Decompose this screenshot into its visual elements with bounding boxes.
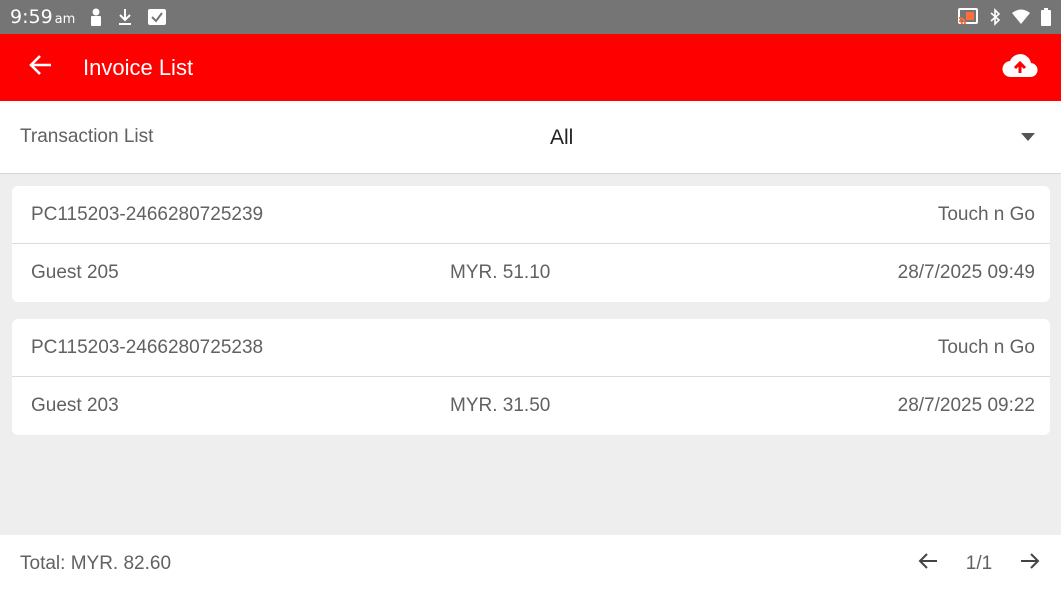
next-page-button[interactable] [1013,544,1047,584]
invoice-number: PC115203-2466280725239 [31,203,264,225]
status-bar: 9:59 am [0,0,1061,34]
page-indicator: 1/1 [965,552,993,574]
invoice-card-header: PC115203-2466280725238 Touch n Go [12,319,1050,377]
total-amount: Total: MYR. 82.60 [20,552,172,574]
battery-icon [1041,8,1051,26]
status-time: 9:59 am [10,6,76,28]
check-box-icon [147,8,167,26]
download-icon [117,8,133,26]
payment-method: Touch n Go [937,203,1035,225]
invoice-number: PC115203-2466280725238 [31,336,264,358]
wifi-icon [1011,8,1031,26]
dropdown-caret-icon [1021,133,1035,141]
bluetooth-icon [989,8,1001,26]
arrow-right-icon [1020,552,1040,575]
upload-button[interactable] [990,34,1050,101]
pagination: 1/1 [911,544,1047,584]
invoice-card-details: Guest 203 MYR. 31.50 28/7/2025 09:22 [12,377,1050,435]
filter-selected-value: All [550,125,574,149]
invoice-amount: MYR. 51.10 [450,262,551,283]
back-button[interactable] [8,34,72,101]
cast-icon [957,8,979,26]
previous-page-button[interactable] [911,544,945,584]
payment-method: Touch n Go [937,336,1035,358]
invoice-card[interactable]: PC115203-2466280725239 Touch n Go Guest … [12,186,1050,302]
invoice-card-details: Guest 205 MYR. 51.10 28/7/2025 09:49 [12,244,1050,302]
invoice-datetime: 28/7/2025 09:49 [897,262,1035,283]
invoice-amount: MYR. 31.50 [450,395,551,416]
transaction-filter-row: Transaction List All [0,101,1061,174]
page-title: Invoice List [83,54,194,80]
invoice-card[interactable]: PC115203-2466280725238 Touch n Go Guest … [12,319,1050,435]
guest-name: Guest 203 [31,395,119,416]
invoice-card-header: PC115203-2466280725239 Touch n Go [12,186,1050,244]
filter-label: Transaction List [20,126,154,147]
cloud-upload-icon [1002,52,1038,83]
arrow-left-icon [27,53,53,82]
transaction-filter-dropdown[interactable]: All [420,101,1061,174]
arrow-left-icon [918,552,938,575]
footer-bar: Total: MYR. 82.60 1/1 [0,535,1061,592]
invoice-datetime: 28/7/2025 09:22 [897,395,1035,416]
guest-name: Guest 205 [31,262,119,283]
person-icon [89,8,103,26]
app-bar: Invoice List [0,34,1061,101]
